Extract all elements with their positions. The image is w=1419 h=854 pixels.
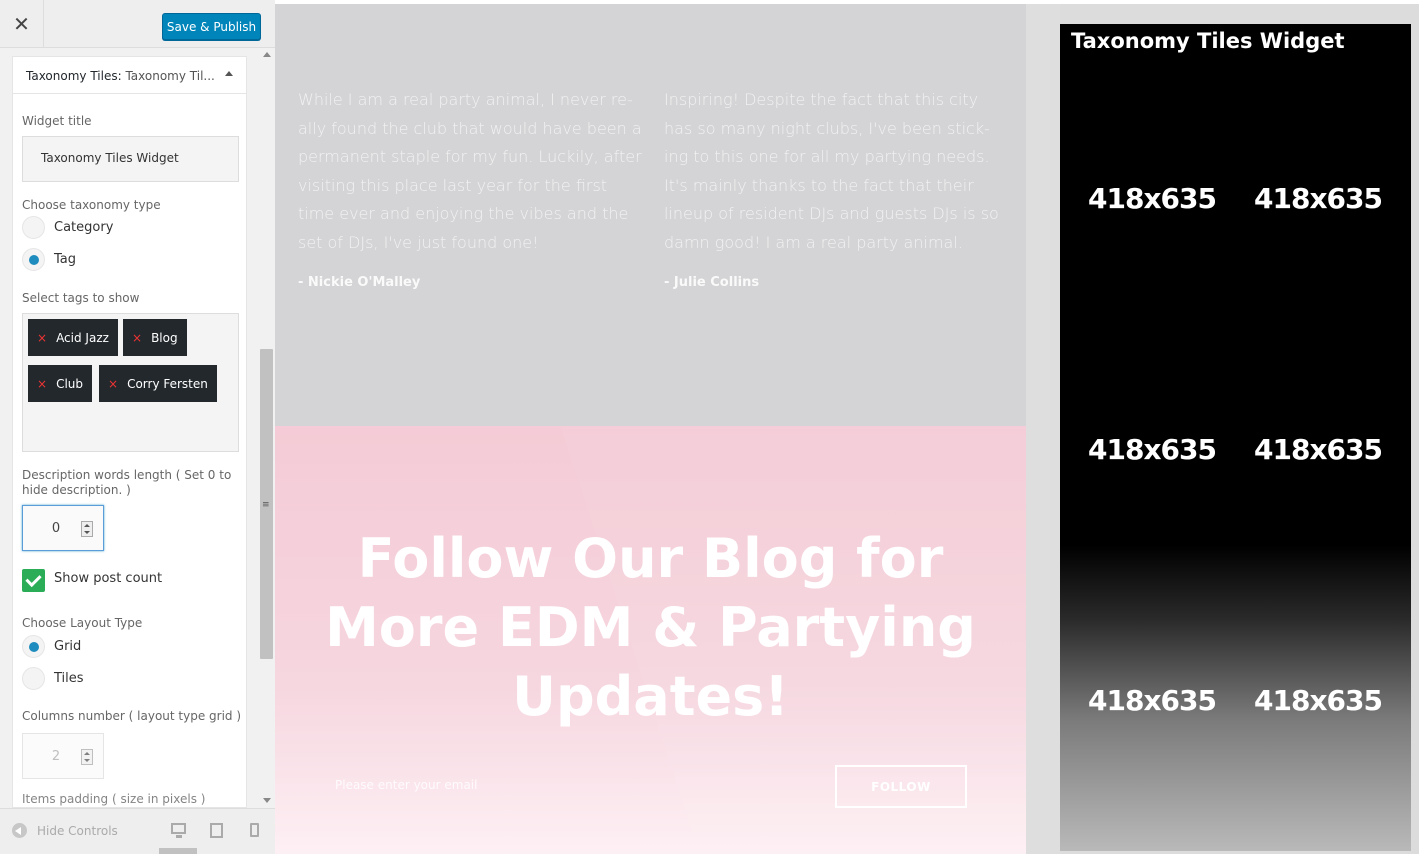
panel-scrollbar[interactable] — [259, 48, 275, 808]
tag-chip-label: Corry Fersten — [127, 376, 208, 391]
tile-placeholder[interactable]: 418x635 — [1238, 433, 1398, 466]
save-publish-button[interactable]: Save & Publish — [162, 13, 261, 40]
radio-grid-label: Grid — [54, 639, 82, 654]
customizer-panel: ✕ Save & Publish Taxonomy Tiles: Taxonom… — [0, 0, 275, 854]
tile-placeholder[interactable]: 418x635 — [1072, 433, 1232, 466]
resize-grip-icon[interactable]: ≡ — [262, 500, 270, 510]
mobile-preview-icon[interactable] — [250, 823, 259, 837]
customizer-header: ✕ Save & Publish — [0, 0, 275, 48]
hide-controls-button[interactable]: Hide Controls — [12, 823, 118, 838]
widget-scroll-area: Taxonomy Tiles: Taxonomy Til... Widget t… — [0, 48, 259, 808]
items-padding-label: Items padding ( size in pixels ) — [22, 792, 206, 806]
scroll-up-icon[interactable] — [263, 52, 271, 57]
remove-tag-icon[interactable]: × — [132, 331, 142, 345]
tag-chip-label: Acid Jazz — [56, 330, 109, 345]
radio-tag-label: Tag — [54, 252, 77, 267]
taxonomy-widget-title: Taxonomy Tiles Widget — [1071, 29, 1345, 53]
radio-tag[interactable] — [22, 248, 45, 271]
radio-tiles[interactable] — [22, 667, 45, 690]
tags-select-box[interactable]: × Acid Jazz × Blog × Club × Corry Fersten — [22, 313, 239, 452]
radio-grid[interactable] — [22, 635, 45, 658]
tag-chip[interactable]: × Blog — [123, 319, 187, 356]
tablet-preview-icon[interactable] — [210, 823, 223, 838]
remove-tag-icon[interactable]: × — [108, 377, 118, 391]
desktop-preview-icon[interactable] — [171, 823, 186, 838]
tile-placeholder[interactable]: 418x635 — [1238, 684, 1398, 717]
tile-placeholder[interactable]: 418x635 — [1072, 684, 1232, 717]
columns-number-input[interactable]: 2 — [22, 733, 104, 779]
customizer-footer: Hide Controls — [0, 808, 275, 854]
tile-placeholder[interactable]: 418x635 — [1072, 182, 1232, 215]
remove-tag-icon[interactable]: × — [37, 331, 47, 345]
widget-form: Taxonomy Tiles: Taxonomy Til... Widget t… — [12, 56, 247, 808]
description-length-input[interactable]: 0 — [22, 505, 104, 551]
widget-header-title: Taxonomy Tiles: — [26, 69, 122, 83]
widget-title-input[interactable]: Taxonomy Tiles Widget — [22, 136, 239, 182]
taxonomy-type-label: Choose taxonomy type — [22, 198, 161, 212]
widget-header[interactable]: Taxonomy Tiles: Taxonomy Til... — [13, 57, 246, 94]
scroll-down-icon[interactable] — [263, 798, 271, 803]
columns-number-value: 2 — [51, 749, 61, 764]
radio-tiles-label: Tiles — [54, 671, 84, 686]
sidebar-gutter — [1026, 0, 1060, 854]
tile-placeholder[interactable]: 418x635 — [1238, 182, 1398, 215]
tag-chip-label: Club — [56, 376, 83, 391]
layout-type-label: Choose Layout Type — [22, 616, 143, 630]
hide-controls-label: Hide Controls — [37, 823, 118, 838]
email-input[interactable]: Please enter your email — [335, 778, 477, 792]
testimonial-quote: While I am a real party animal, I never … — [298, 90, 642, 252]
follow-button[interactable]: FOLLOW — [835, 765, 967, 808]
horizontal-scrollbar-thumb[interactable] — [159, 848, 197, 854]
stepper-icon[interactable] — [81, 521, 93, 537]
close-icon[interactable]: ✕ — [0, 0, 44, 48]
remove-tag-icon[interactable]: × — [37, 377, 47, 391]
tag-chip[interactable]: × Acid Jazz — [28, 319, 118, 356]
collapse-arrow-icon — [12, 823, 27, 838]
testimonial-quote: Inspiring! Despite the fact that this ci… — [664, 90, 999, 252]
site-preview: While I am a real party animal, I never … — [275, 0, 1419, 854]
testimonial-author: - Nickie O'Malley — [298, 275, 421, 290]
collapse-caret-icon[interactable] — [225, 71, 233, 76]
tags-label: Select tags to show — [22, 291, 140, 305]
radio-category-label: Category — [54, 220, 114, 235]
testimonials-section: While I am a real party animal, I never … — [275, 4, 1026, 426]
follow-heading: Follow Our Blog for More EDM & Partying … — [325, 527, 976, 728]
preview-top-edge — [275, 0, 1419, 4]
show-post-count-label: Show post count — [54, 571, 163, 586]
taxonomy-tiles-widget: Taxonomy Tiles Widget 418x635 418x635 41… — [1060, 24, 1411, 851]
description-length-label: Description words length ( Set 0 to hide… — [22, 468, 232, 497]
radio-category[interactable] — [22, 216, 45, 239]
newsletter-section: Follow Our Blog for More EDM & Partying … — [275, 426, 1026, 854]
tag-chip[interactable]: × Club — [28, 365, 92, 402]
tag-chip-label: Blog — [151, 330, 178, 345]
description-length-value: 0 — [51, 521, 61, 536]
columns-number-label: Columns number ( layout type grid ) — [22, 709, 242, 723]
stepper-icon[interactable] — [81, 749, 93, 765]
widget-title-label: Widget title — [22, 114, 92, 128]
tag-chip[interactable]: × Corry Fersten — [99, 365, 217, 402]
widget-header-subtitle: Taxonomy Til... — [121, 69, 215, 83]
testimonial-author: - Julie Collins — [664, 275, 760, 290]
show-post-count-checkbox[interactable] — [22, 569, 45, 592]
